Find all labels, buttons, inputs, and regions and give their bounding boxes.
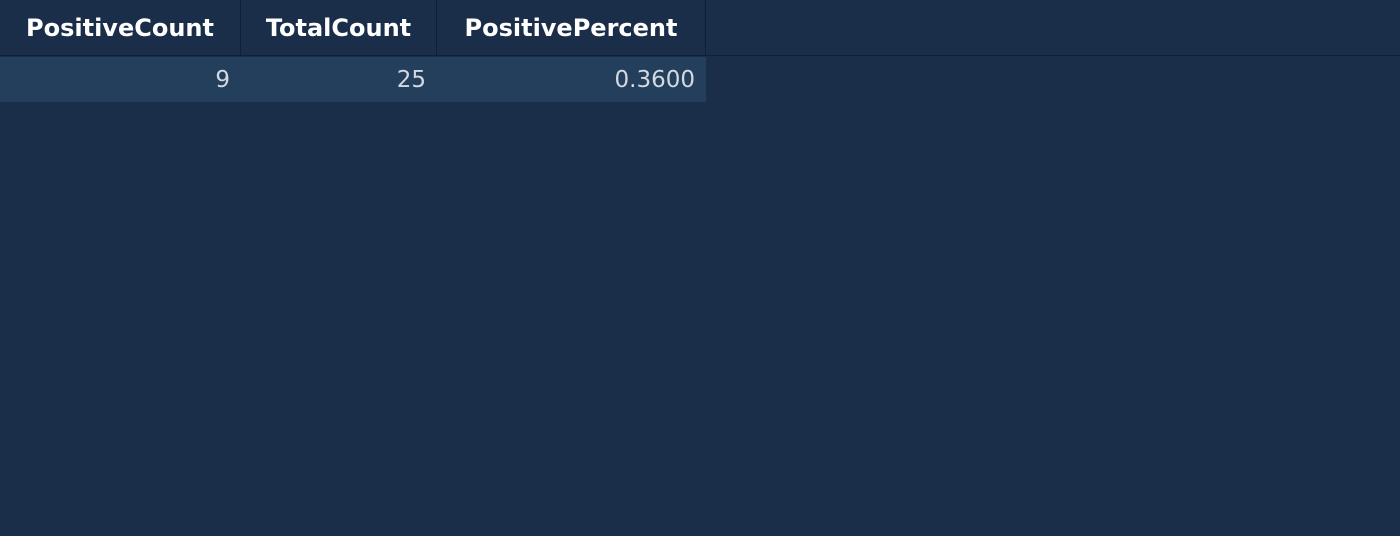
results-grid: PositiveCount TotalCount PositivePercent…: [0, 0, 1400, 536]
cell-total-count[interactable]: 25: [241, 57, 437, 102]
column-header-positive-count[interactable]: PositiveCount: [0, 0, 241, 56]
cell-positive-count[interactable]: 9: [0, 57, 241, 102]
column-header-positive-percent[interactable]: PositivePercent: [437, 0, 706, 56]
grid-header-row: PositiveCount TotalCount PositivePercent: [0, 0, 1400, 56]
column-header-total-count[interactable]: TotalCount: [241, 0, 437, 56]
table-row[interactable]: 9 25 0.3600: [0, 57, 706, 102]
cell-positive-percent[interactable]: 0.3600: [437, 57, 706, 102]
